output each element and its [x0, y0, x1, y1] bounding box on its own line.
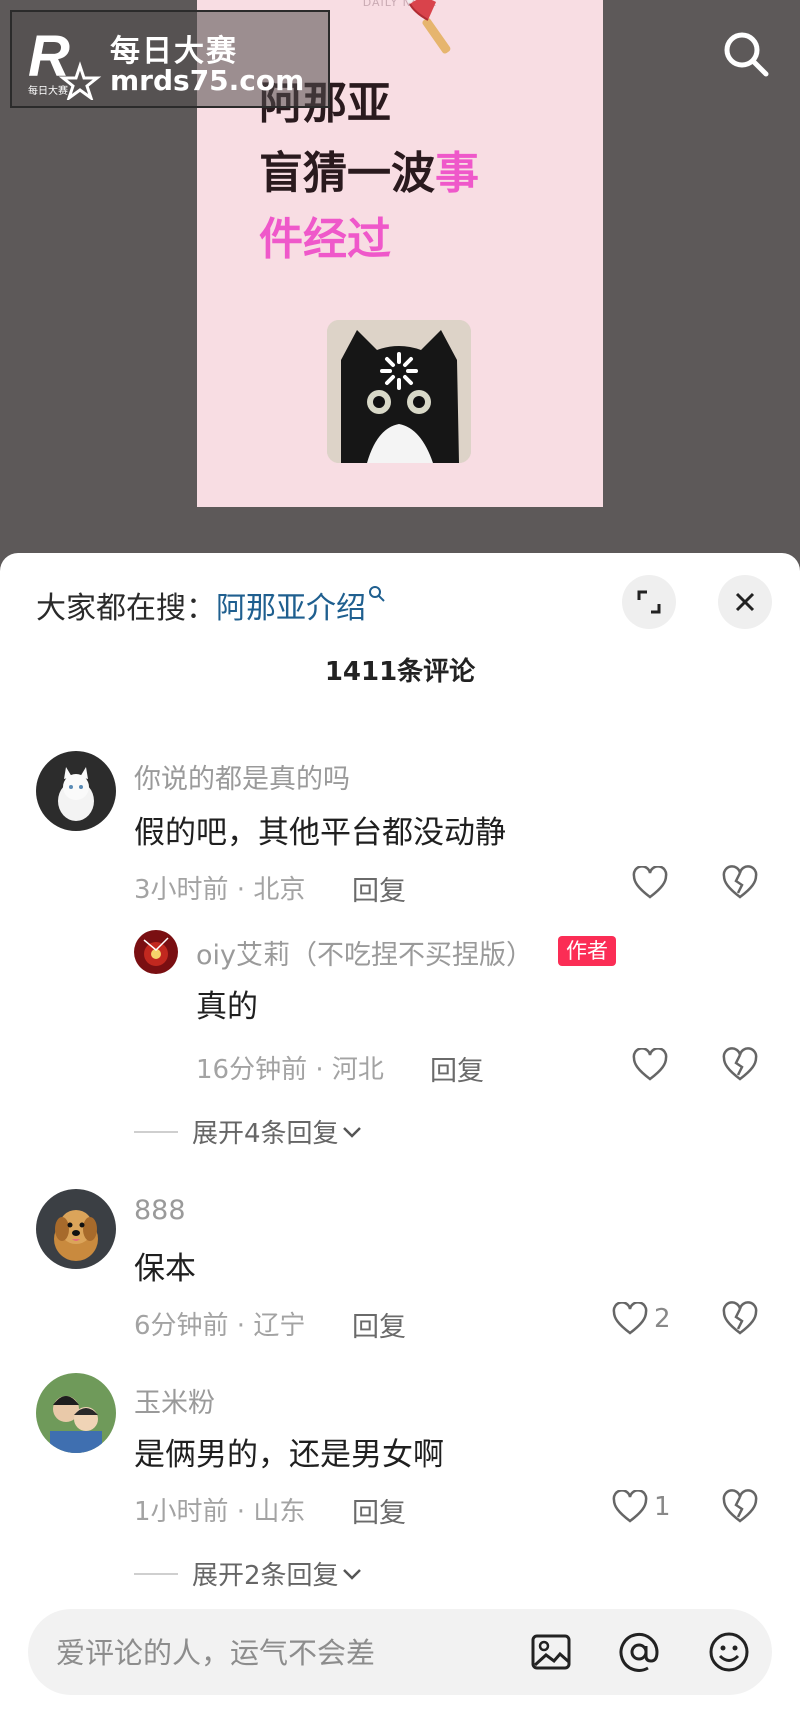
reply-button[interactable]: 回复 — [352, 1491, 406, 1530]
comment-username[interactable]: 玉米粉 — [134, 1381, 215, 1420]
close-icon — [735, 592, 755, 612]
avatar[interactable] — [36, 1189, 116, 1269]
reply-username[interactable]: oiy艾莉（不吃捏不买捏版） — [196, 933, 533, 972]
like-count: 1 — [654, 1492, 671, 1522]
comments-sheet: 大家都在搜：阿那亚介绍 1411条评论 你说的都是真的吗 假的吧，其他平台都没动… — [0, 553, 800, 1715]
watermark-url: mrds75.com — [110, 64, 305, 97]
expand-replies-button[interactable]: 展开2条回复 — [134, 1555, 365, 1592]
like-button[interactable]: 2 — [612, 1299, 671, 1339]
at-icon[interactable] — [616, 1629, 662, 1675]
divider-dash — [134, 1130, 178, 1133]
dislike-heart-icon[interactable] — [720, 863, 760, 903]
dislike-heart-icon[interactable] — [720, 1487, 760, 1527]
reply-avatar[interactable] — [134, 930, 178, 974]
heart-icon — [632, 866, 668, 899]
avatar[interactable] — [36, 1373, 116, 1453]
divider-dash — [134, 1572, 178, 1575]
heart-icon — [612, 1302, 648, 1335]
watermark-logo-icon: R 每日大赛 — [28, 24, 102, 100]
comment-text: 保本 — [134, 1251, 196, 1287]
axe-emoji-icon — [407, 0, 451, 54]
avatar[interactable] — [36, 751, 116, 831]
comment-text: 是俩男的，还是男女啊 — [134, 1437, 444, 1473]
image-icon[interactable] — [528, 1629, 574, 1675]
comment-count: 1411条评论 — [324, 657, 476, 687]
like-button[interactable] — [632, 1045, 668, 1085]
search-small-icon — [369, 586, 385, 602]
video-area[interactable]: DAILY NOTE 阿那亚 盲猜一波事 件经过 — [0, 0, 800, 575]
hot-search-label: 大家都在搜： — [36, 591, 216, 626]
heart-icon — [632, 1048, 668, 1081]
hot-search: 大家都在搜：阿那亚介绍 — [36, 583, 386, 627]
expand-button[interactable] — [622, 575, 676, 629]
comment-input-bar — [28, 1609, 772, 1697]
heart-icon — [612, 1490, 648, 1523]
close-button[interactable] — [718, 575, 772, 629]
expand-replies-button[interactable]: 展开4条回复 — [134, 1113, 365, 1150]
author-badge: 作者 — [558, 936, 616, 966]
expand-replies-label: 展开4条回复 — [192, 1119, 339, 1149]
comment-meta: 1小时前 · 山东 — [134, 1497, 306, 1527]
dislike-heart-icon[interactable] — [720, 1045, 760, 1085]
comment-username[interactable]: 888 — [134, 1195, 186, 1226]
comment-input[interactable] — [54, 1609, 528, 1697]
reply-text: 真的 — [196, 989, 258, 1025]
like-count: 2 — [654, 1304, 671, 1334]
hot-search-term[interactable]: 阿那亚介绍 — [216, 591, 366, 626]
emoji-icon[interactable] — [706, 1629, 752, 1675]
comment-meta: 3小时前 · 北京 — [134, 875, 306, 905]
chevron-down-icon — [342, 1126, 361, 1138]
reply-button[interactable]: 回复 — [352, 1305, 406, 1344]
comment-username[interactable]: 你说的都是真的吗 — [134, 757, 350, 796]
comment-input-area — [0, 1591, 800, 1715]
reply-button[interactable]: 回复 — [352, 869, 406, 908]
cat-meme-image — [327, 320, 471, 463]
like-button[interactable]: 1 — [612, 1487, 671, 1527]
expand-icon — [637, 590, 661, 614]
note-header: DAILY NOTE — [362, 0, 438, 9]
svg-text:每日大赛: 每日大赛 — [28, 84, 68, 97]
comment-meta: 6分钟前 · 辽宁 — [134, 1311, 306, 1341]
expand-replies-label: 展开2条回复 — [192, 1561, 339, 1591]
chevron-down-icon — [342, 1568, 361, 1580]
search-icon[interactable] — [718, 26, 774, 82]
comment-text: 假的吧，其他平台都没动静 — [134, 815, 506, 851]
reply-meta: 16分钟前 · 河北 — [196, 1055, 384, 1085]
note-line-3: 件经过 — [259, 214, 391, 265]
dislike-heart-icon[interactable] — [720, 1299, 760, 1339]
note-line-2: 盲猜一波事 — [259, 148, 479, 199]
watermark: R 每日大赛 每日大赛 mrds75.com — [10, 10, 330, 108]
reply-button[interactable]: 回复 — [430, 1049, 484, 1088]
like-button[interactable] — [632, 863, 668, 903]
